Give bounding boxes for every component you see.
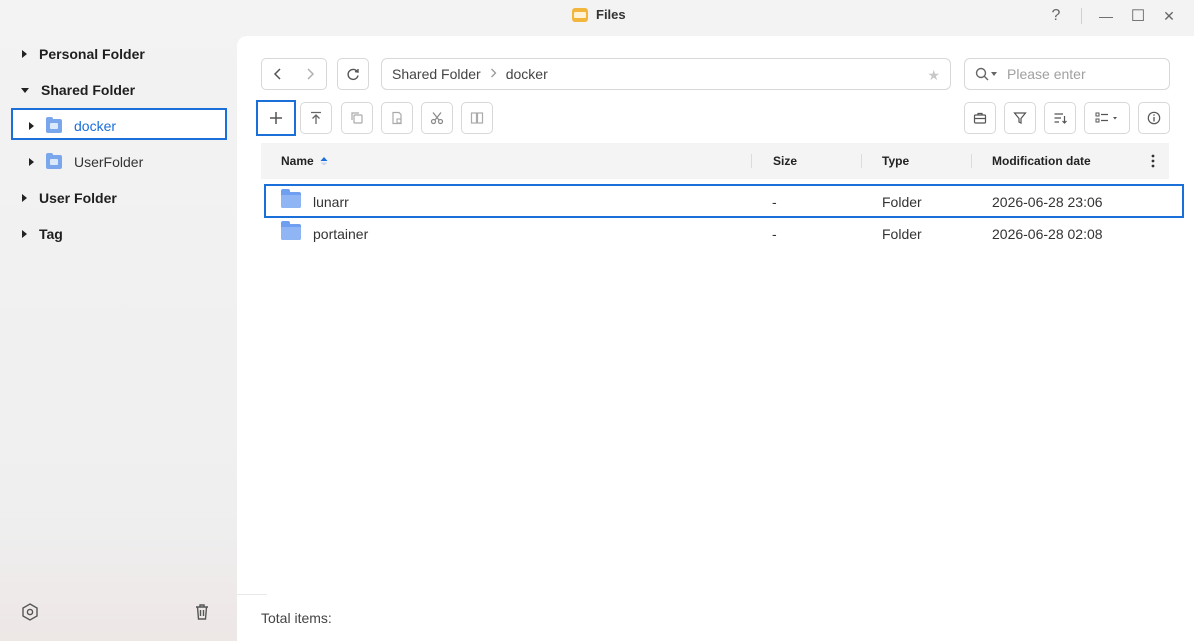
refresh-button[interactable] [337,58,369,90]
new-button[interactable] [260,102,292,134]
view-mode-dropdown[interactable] [1084,102,1130,134]
user-folder-icon [46,153,62,169]
window-title: Files [596,7,626,22]
scissors-icon [430,112,444,125]
column-divider[interactable] [971,154,972,168]
trash-icon[interactable] [191,601,213,623]
title-divider [1081,8,1082,24]
list-view-icon [1095,112,1117,123]
help-icon[interactable]: ? [1045,5,1067,27]
row-name: portainer [313,226,369,242]
column-header-type[interactable]: Type [882,154,909,168]
star-icon[interactable]: ★ [927,67,940,84]
chevron-right-icon [490,67,497,81]
search-input[interactable] [1005,65,1149,83]
expand-arrow-icon[interactable] [22,194,27,202]
row-type: Folder [882,226,922,242]
table-row[interactable]: lunarr - Folder 2026-06-28 23:06 [261,186,1169,218]
briefcase-icon [973,112,987,124]
paste-icon [392,111,402,125]
shared-folder-icon [46,117,62,133]
row-size: - [772,226,777,242]
files-app-icon [572,7,588,22]
expand-arrow-icon[interactable] [29,122,34,130]
sidebar-item-label: docker [74,118,117,134]
sidebar-item-label: Personal Folder [39,46,145,62]
sidebar-item-label: User Folder [39,190,117,206]
briefcase-button[interactable] [964,102,996,134]
cut-button[interactable] [421,102,453,134]
sort-icon [1054,113,1067,124]
search-icon[interactable] [975,67,997,81]
search-box [964,58,1170,90]
main-panel: Shared Folder docker ★ Please enter Name… [237,36,1194,641]
title-bar: Files ? — ☐ ✕ [0,0,1194,34]
sidebar-item-tag[interactable]: Tag [22,218,63,250]
info-button[interactable] [1138,102,1170,134]
column-divider[interactable] [751,154,752,168]
sidebar-item-userfolder[interactable]: UserFolder [29,146,143,178]
row-modified: 2026-06-28 02:08 [992,226,1103,242]
plus-icon [270,112,282,124]
paste-button[interactable] [381,102,413,134]
sort-ascending-icon [320,157,328,166]
nav-button-group [261,58,327,90]
expand-arrow-icon[interactable] [22,50,27,58]
sidebar-item-label: Shared Folder [41,82,136,98]
info-icon [1147,111,1161,125]
forward-arrow-icon[interactable] [294,68,326,80]
row-type: Folder [882,194,922,210]
move-icon [470,112,484,124]
column-header-label: Name [281,154,314,168]
upload-icon [311,111,321,124]
close-icon[interactable]: ✕ [1158,5,1180,27]
column-header-name[interactable]: Name [281,154,328,168]
table-row[interactable]: portainer - Folder 2026-06-28 02:08 [261,218,1169,250]
column-header-size[interactable]: Size [773,154,797,168]
sidebar-item-user-folder[interactable]: User Folder [22,182,117,214]
breadcrumb-item-shared-folder[interactable]: Shared Folder [392,66,481,82]
sidebar-item-personal-folder[interactable]: Personal Folder [22,38,145,70]
sidebar-item-docker[interactable]: docker [29,110,116,142]
collapse-arrow-icon[interactable] [21,87,29,93]
filter-icon [1013,112,1027,124]
window-title-group: Files [572,7,626,22]
sidebar-item-shared-folder[interactable]: Shared Folder [21,74,135,106]
row-size: - [772,194,777,210]
expand-arrow-icon[interactable] [22,230,27,238]
row-name: lunarr [313,194,349,210]
row-modified: 2026-06-28 23:06 [992,194,1103,210]
copy-button[interactable] [341,102,373,134]
folder-icon [281,189,301,208]
breadcrumb[interactable]: Shared Folder docker ★ [381,58,951,90]
minimize-icon[interactable]: — [1095,5,1117,27]
total-items-label: Total items: [261,610,332,626]
expand-arrow-icon[interactable] [29,158,34,166]
sidebar-item-label: Tag [39,226,63,242]
settings-icon[interactable] [19,601,41,623]
maximize-icon[interactable]: ☐ [1127,5,1149,27]
column-options-icon[interactable] [1151,153,1155,172]
move-button[interactable] [461,102,493,134]
back-arrow-icon[interactable] [262,68,294,80]
copy-icon [351,112,363,124]
sidebar-item-label: UserFolder [74,154,144,170]
sidebar: Personal Folder Shared Folder docker Use… [0,36,236,641]
upload-button[interactable] [300,102,332,134]
folder-icon [281,221,301,240]
footer-divider [237,594,267,595]
column-divider[interactable] [861,154,862,168]
filter-button[interactable] [1004,102,1036,134]
refresh-icon [347,68,359,81]
column-header-modified[interactable]: Modification date [992,154,1091,168]
sort-button[interactable] [1044,102,1076,134]
breadcrumb-item-docker[interactable]: docker [506,66,548,82]
table-header: Name Size Type Modification date [261,143,1169,179]
